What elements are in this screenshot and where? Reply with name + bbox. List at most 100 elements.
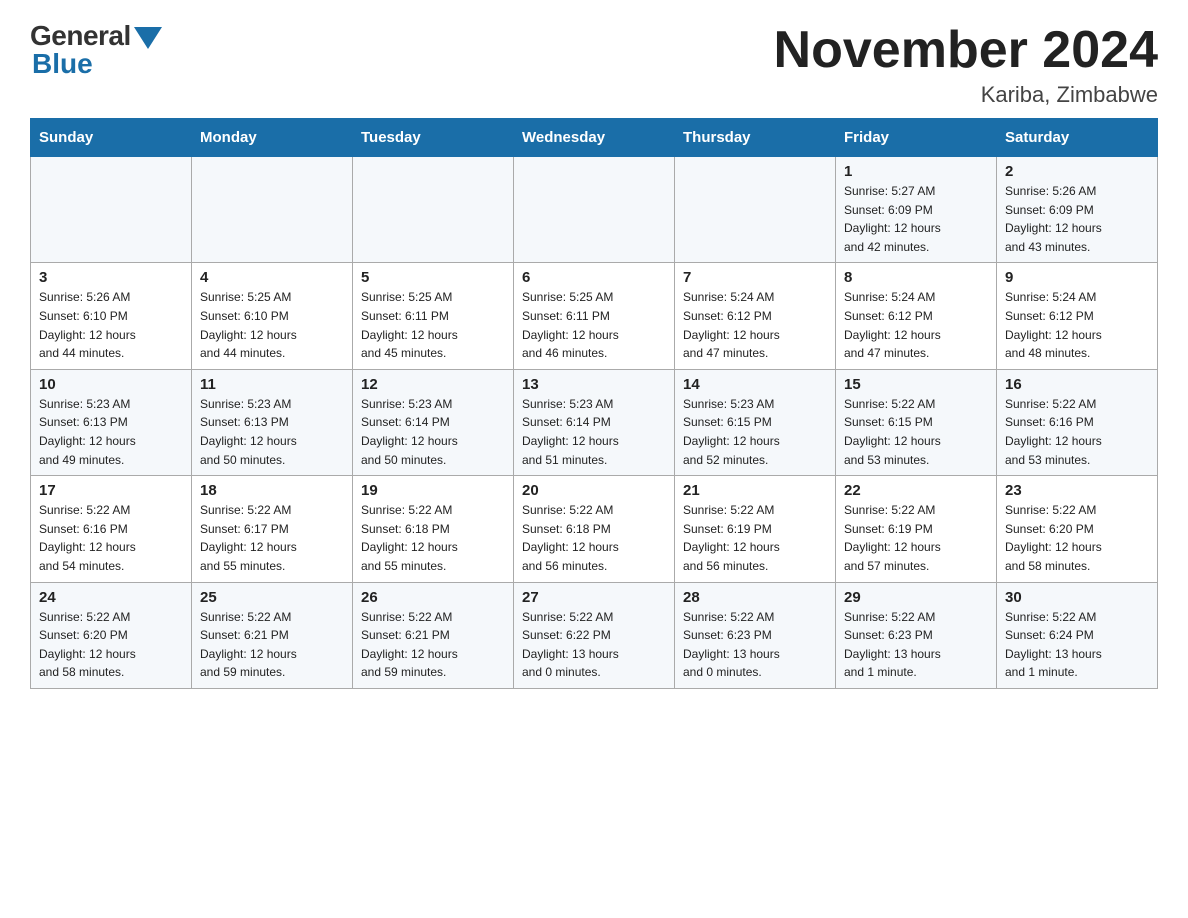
day-info: Sunrise: 5:25 AMSunset: 6:11 PMDaylight:… bbox=[522, 288, 666, 362]
day-number: 9 bbox=[1005, 269, 1149, 286]
calendar-cell: 25 Sunrise: 5:22 AMSunset: 6:21 PMDayligh… bbox=[192, 582, 353, 688]
day-number: 10 bbox=[39, 376, 183, 393]
calendar-cell: 2 Sunrise: 5:26 AMSunset: 6:09 PMDaylight… bbox=[997, 157, 1158, 263]
week-row-4: 17 Sunrise: 5:22 AMSunset: 6:16 PMDayligh… bbox=[31, 476, 1158, 582]
calendar-cell: 30 Sunrise: 5:22 AMSunset: 6:24 PMDayligh… bbox=[997, 582, 1158, 688]
weekday-header-friday: Friday bbox=[836, 119, 997, 157]
day-number: 18 bbox=[200, 482, 344, 499]
calendar-cell: 18 Sunrise: 5:22 AMSunset: 6:17 PMDayligh… bbox=[192, 476, 353, 582]
day-info: Sunrise: 5:22 AMSunset: 6:22 PMDaylight:… bbox=[522, 608, 666, 682]
day-info: Sunrise: 5:23 AMSunset: 6:14 PMDaylight:… bbox=[361, 395, 505, 469]
calendar-cell bbox=[353, 157, 514, 263]
calendar-cell: 4 Sunrise: 5:25 AMSunset: 6:10 PMDaylight… bbox=[192, 263, 353, 369]
day-number: 25 bbox=[200, 589, 344, 606]
calendar-cell: 28 Sunrise: 5:22 AMSunset: 6:23 PMDayligh… bbox=[675, 582, 836, 688]
day-info: Sunrise: 5:22 AMSunset: 6:15 PMDaylight:… bbox=[844, 395, 988, 469]
day-number: 4 bbox=[200, 269, 344, 286]
day-info: Sunrise: 5:22 AMSunset: 6:18 PMDaylight:… bbox=[361, 501, 505, 575]
day-number: 27 bbox=[522, 589, 666, 606]
location: Kariba, Zimbabwe bbox=[774, 82, 1158, 108]
day-info: Sunrise: 5:24 AMSunset: 6:12 PMDaylight:… bbox=[683, 288, 827, 362]
weekday-header-tuesday: Tuesday bbox=[353, 119, 514, 157]
day-number: 15 bbox=[844, 376, 988, 393]
day-info: Sunrise: 5:23 AMSunset: 6:14 PMDaylight:… bbox=[522, 395, 666, 469]
day-info: Sunrise: 5:26 AMSunset: 6:09 PMDaylight:… bbox=[1005, 182, 1149, 256]
calendar-cell: 8 Sunrise: 5:24 AMSunset: 6:12 PMDaylight… bbox=[836, 263, 997, 369]
week-row-3: 10Sunrise: 5:23 AMSunset: 6:13 PMDayligh… bbox=[31, 369, 1158, 475]
day-number: 21 bbox=[683, 482, 827, 499]
day-number: 30 bbox=[1005, 589, 1149, 606]
calendar-cell: 20 Sunrise: 5:22 AMSunset: 6:18 PMDayligh… bbox=[514, 476, 675, 582]
day-number: 20 bbox=[522, 482, 666, 499]
day-info: Sunrise: 5:22 AMSunset: 6:20 PMDaylight:… bbox=[1005, 501, 1149, 575]
calendar-cell: 19 Sunrise: 5:22 AMSunset: 6:18 PMDayligh… bbox=[353, 476, 514, 582]
logo: General Blue bbox=[30, 20, 162, 80]
day-number: 11 bbox=[200, 376, 344, 393]
day-info: Sunrise: 5:22 AMSunset: 6:21 PMDaylight:… bbox=[361, 608, 505, 682]
logo-triangle-icon bbox=[134, 27, 162, 49]
day-number: 2 bbox=[1005, 163, 1149, 180]
calendar-cell: 21 Sunrise: 5:22 AMSunset: 6:19 PMDayligh… bbox=[675, 476, 836, 582]
calendar-cell: 13 Sunrise: 5:23 AMSunset: 6:14 PMDayligh… bbox=[514, 369, 675, 475]
day-info: Sunrise: 5:27 AMSunset: 6:09 PMDaylight:… bbox=[844, 182, 988, 256]
day-info: Sunrise: 5:22 AMSunset: 6:18 PMDaylight:… bbox=[522, 501, 666, 575]
calendar-cell: 29Sunrise: 5:22 AMSunset: 6:23 PMDayligh… bbox=[836, 582, 997, 688]
day-info: Sunrise: 5:22 AMSunset: 6:24 PMDaylight:… bbox=[1005, 608, 1149, 682]
day-number: 6 bbox=[522, 269, 666, 286]
calendar-cell: 24Sunrise: 5:22 AMSunset: 6:20 PMDayligh… bbox=[31, 582, 192, 688]
calendar-cell: 22Sunrise: 5:22 AMSunset: 6:19 PMDayligh… bbox=[836, 476, 997, 582]
title-area: November 2024 Kariba, Zimbabwe bbox=[774, 20, 1158, 108]
week-row-1: 1 Sunrise: 5:27 AMSunset: 6:09 PMDaylight… bbox=[31, 157, 1158, 263]
day-number: 19 bbox=[361, 482, 505, 499]
calendar-cell bbox=[514, 157, 675, 263]
calendar-cell: 5 Sunrise: 5:25 AMSunset: 6:11 PMDaylight… bbox=[353, 263, 514, 369]
page-header: General Blue November 2024 Kariba, Zimba… bbox=[30, 20, 1158, 108]
week-row-2: 3Sunrise: 5:26 AMSunset: 6:10 PMDaylight… bbox=[31, 263, 1158, 369]
day-number: 22 bbox=[844, 482, 988, 499]
day-info: Sunrise: 5:22 AMSunset: 6:20 PMDaylight:… bbox=[39, 608, 183, 682]
day-number: 7 bbox=[683, 269, 827, 286]
calendar-cell bbox=[31, 157, 192, 263]
day-number: 13 bbox=[522, 376, 666, 393]
day-number: 26 bbox=[361, 589, 505, 606]
weekday-header-row: SundayMondayTuesdayWednesdayThursdayFrid… bbox=[31, 119, 1158, 157]
day-number: 17 bbox=[39, 482, 183, 499]
day-info: Sunrise: 5:22 AMSunset: 6:16 PMDaylight:… bbox=[1005, 395, 1149, 469]
day-info: Sunrise: 5:25 AMSunset: 6:10 PMDaylight:… bbox=[200, 288, 344, 362]
day-info: Sunrise: 5:22 AMSunset: 6:23 PMDaylight:… bbox=[844, 608, 988, 682]
day-number: 3 bbox=[39, 269, 183, 286]
calendar-cell: 7 Sunrise: 5:24 AMSunset: 6:12 PMDaylight… bbox=[675, 263, 836, 369]
weekday-header-sunday: Sunday bbox=[31, 119, 192, 157]
day-number: 8 bbox=[844, 269, 988, 286]
day-number: 23 bbox=[1005, 482, 1149, 499]
calendar-cell: 17 Sunrise: 5:22 AMSunset: 6:16 PMDayligh… bbox=[31, 476, 192, 582]
day-info: Sunrise: 5:22 AMSunset: 6:21 PMDaylight:… bbox=[200, 608, 344, 682]
calendar-cell: 10Sunrise: 5:23 AMSunset: 6:13 PMDayligh… bbox=[31, 369, 192, 475]
day-info: Sunrise: 5:25 AMSunset: 6:11 PMDaylight:… bbox=[361, 288, 505, 362]
calendar-cell: 26 Sunrise: 5:22 AMSunset: 6:21 PMDayligh… bbox=[353, 582, 514, 688]
calendar-cell: 27 Sunrise: 5:22 AMSunset: 6:22 PMDayligh… bbox=[514, 582, 675, 688]
calendar-cell: 23 Sunrise: 5:22 AMSunset: 6:20 PMDayligh… bbox=[997, 476, 1158, 582]
weekday-header-saturday: Saturday bbox=[997, 119, 1158, 157]
calendar-cell bbox=[675, 157, 836, 263]
day-number: 5 bbox=[361, 269, 505, 286]
day-info: Sunrise: 5:22 AMSunset: 6:16 PMDaylight:… bbox=[39, 501, 183, 575]
calendar-cell: 6 Sunrise: 5:25 AMSunset: 6:11 PMDaylight… bbox=[514, 263, 675, 369]
day-info: Sunrise: 5:24 AMSunset: 6:12 PMDaylight:… bbox=[844, 288, 988, 362]
calendar-cell: 1 Sunrise: 5:27 AMSunset: 6:09 PMDaylight… bbox=[836, 157, 997, 263]
day-info: Sunrise: 5:22 AMSunset: 6:19 PMDaylight:… bbox=[683, 501, 827, 575]
calendar-cell: 14Sunrise: 5:23 AMSunset: 6:15 PMDayligh… bbox=[675, 369, 836, 475]
day-number: 28 bbox=[683, 589, 827, 606]
logo-blue-text: Blue bbox=[32, 48, 93, 80]
calendar-cell: 16 Sunrise: 5:22 AMSunset: 6:16 PMDayligh… bbox=[997, 369, 1158, 475]
weekday-header-wednesday: Wednesday bbox=[514, 119, 675, 157]
day-info: Sunrise: 5:22 AMSunset: 6:17 PMDaylight:… bbox=[200, 501, 344, 575]
day-info: Sunrise: 5:22 AMSunset: 6:23 PMDaylight:… bbox=[683, 608, 827, 682]
day-number: 16 bbox=[1005, 376, 1149, 393]
calendar-cell bbox=[192, 157, 353, 263]
calendar-cell: 12Sunrise: 5:23 AMSunset: 6:14 PMDayligh… bbox=[353, 369, 514, 475]
calendar-table: SundayMondayTuesdayWednesdayThursdayFrid… bbox=[30, 118, 1158, 689]
week-row-5: 24Sunrise: 5:22 AMSunset: 6:20 PMDayligh… bbox=[31, 582, 1158, 688]
day-number: 1 bbox=[844, 163, 988, 180]
day-info: Sunrise: 5:24 AMSunset: 6:12 PMDaylight:… bbox=[1005, 288, 1149, 362]
